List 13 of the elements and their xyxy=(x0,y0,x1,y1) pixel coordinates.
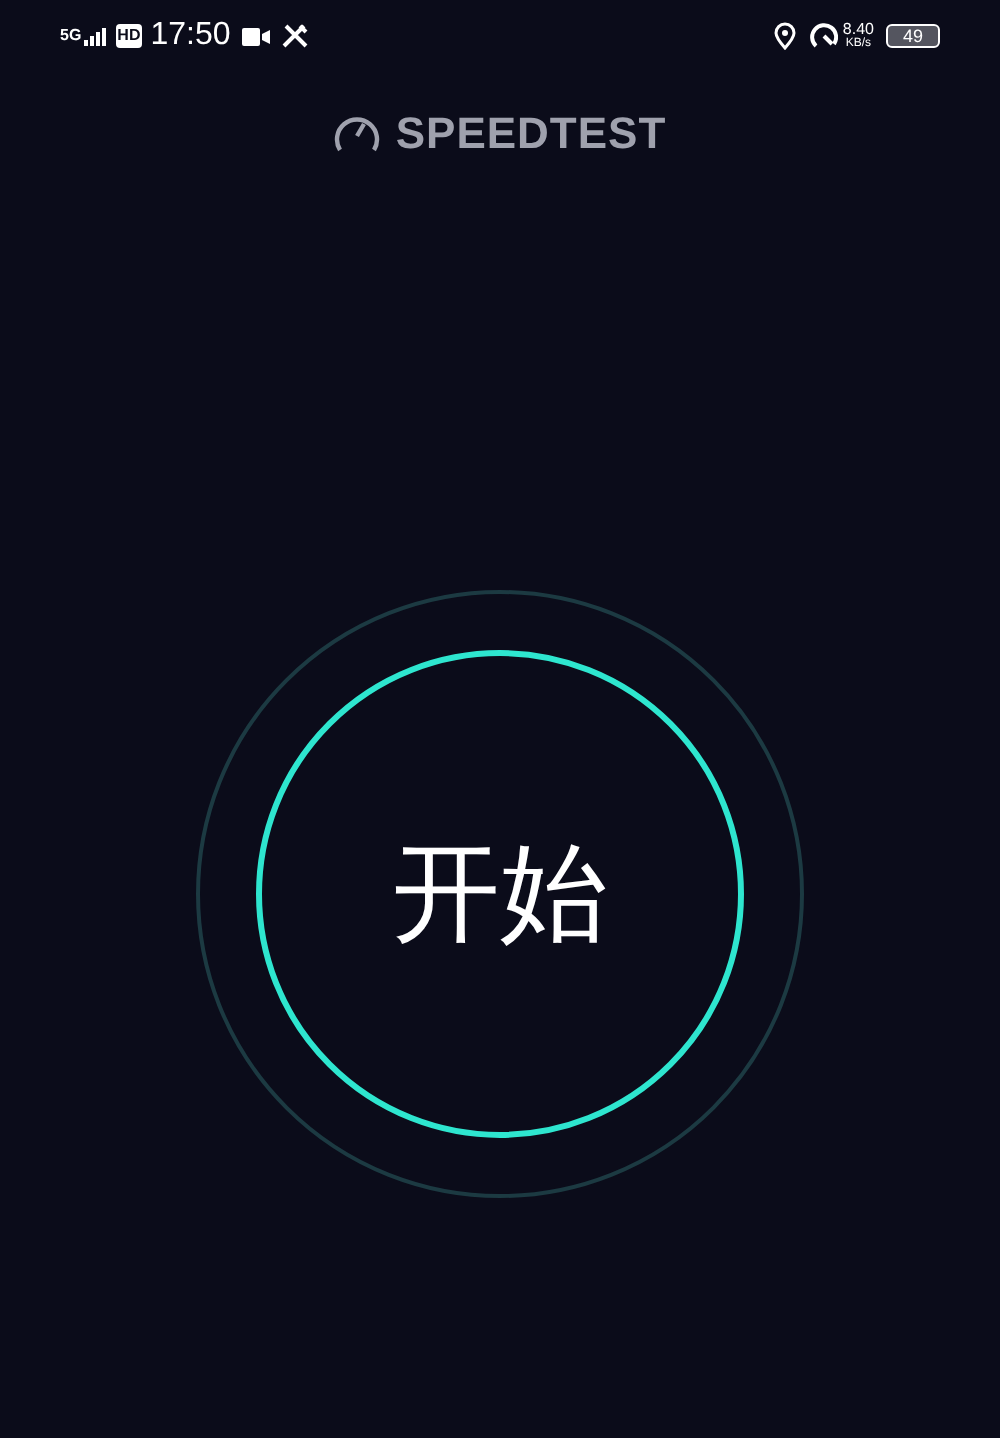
hd-badge: HD xyxy=(115,24,143,48)
video-camera-icon xyxy=(242,27,271,45)
app-title: SPEEDTEST xyxy=(395,106,667,162)
clock-time: 17:50 xyxy=(150,16,231,56)
network-speed: 8.40 xyxy=(842,22,874,38)
tools-icon xyxy=(282,24,309,48)
battery-indicator: 49 xyxy=(886,24,940,48)
speed-gauge-icon xyxy=(810,22,839,50)
gauge-logo-icon xyxy=(333,114,380,152)
signal-icon xyxy=(83,26,112,46)
location-icon xyxy=(774,22,797,50)
network-label: 5G xyxy=(60,28,82,44)
start-button[interactable]: 开始 xyxy=(256,650,744,1138)
